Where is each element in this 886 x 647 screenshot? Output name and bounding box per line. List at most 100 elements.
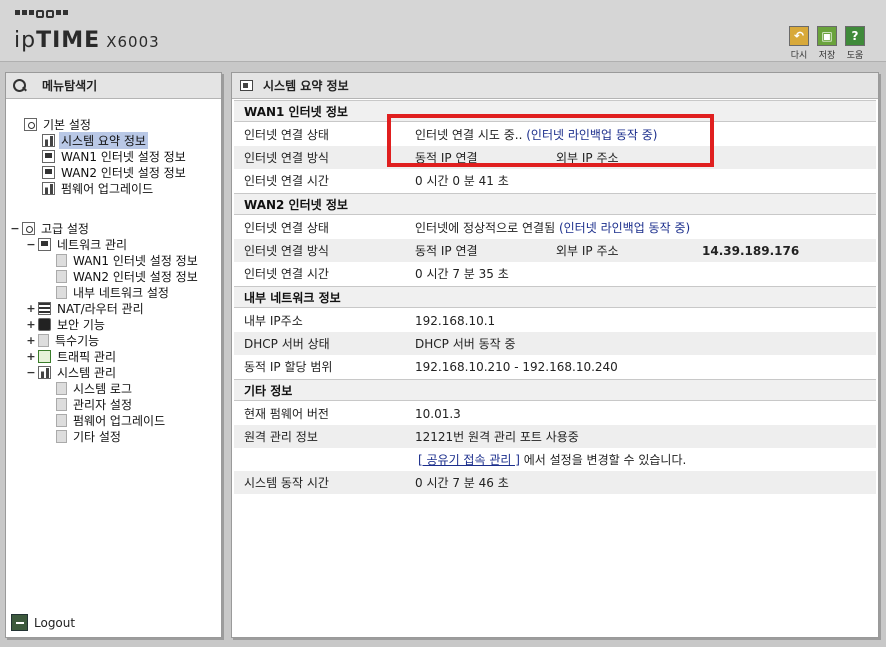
tree-nat-router[interactable]: + NAT/라우터 관리 — [26, 300, 146, 316]
lock-icon — [38, 317, 51, 331]
chart-icon — [38, 365, 51, 379]
upgrade-icon — [42, 181, 55, 195]
model-name: X6003 — [106, 33, 160, 51]
undo-button[interactable]: ↶ 다시 — [788, 26, 810, 61]
page-icon — [56, 269, 67, 283]
row-label: 원격 관리 정보 — [244, 430, 318, 444]
page-icon — [56, 381, 67, 395]
chart-icon — [42, 133, 55, 147]
help-label: 도움 — [846, 51, 864, 61]
tree-basic-settings[interactable]: 기본 설정 — [24, 116, 93, 132]
tree-wan2-settings[interactable]: WAN2 인터넷 설정 정보 — [42, 164, 188, 180]
tree-adv-lan[interactable]: 내부 네트워크 설정 — [56, 284, 171, 300]
wan2-backup-status: (인터넷 라인백업 동작 중) — [558, 221, 691, 235]
tree-special[interactable]: + 특수기능 — [26, 332, 101, 348]
tree-other-settings[interactable]: 기타 설정 — [56, 428, 123, 444]
collapse-icon[interactable]: − — [26, 238, 36, 251]
row-label: 인터넷 연결 방식 — [244, 151, 329, 165]
uptime-row: 시스템 동작 시간 0 시간 7 분 46 초 — [234, 471, 876, 494]
tree-label: WAN1 인터넷 설정 정보 — [61, 149, 186, 164]
tree-label: WAN1 인터넷 설정 정보 — [73, 253, 198, 268]
wan1-time-value: 0 시간 0 분 41 초 — [415, 174, 509, 188]
help-button[interactable]: ? 도움 — [844, 26, 866, 61]
tree-system-summary[interactable]: 시스템 요약 정보 — [42, 131, 148, 149]
tree-traffic[interactable]: + 트래픽 관리 — [26, 348, 118, 364]
tree-system-log[interactable]: 시스템 로그 — [56, 380, 134, 396]
collapse-icon[interactable]: − — [26, 366, 36, 379]
tree-label: 펌웨어 업그레이드 — [61, 181, 154, 196]
network-icon — [38, 237, 51, 251]
row-label: 동적 IP 할당 범위 — [244, 360, 333, 374]
highlight-box — [387, 114, 714, 167]
page-icon — [56, 397, 67, 411]
tree-advanced-settings[interactable]: − 고급 설정 — [10, 220, 91, 236]
tree-network-management[interactable]: − 네트워크 관리 — [26, 236, 129, 252]
tree-security[interactable]: + 보안 기능 — [26, 316, 107, 332]
tree-label: 시스템 요약 정보 — [59, 131, 148, 149]
expand-icon[interactable]: + — [26, 334, 36, 347]
logout-label: Logout — [34, 615, 76, 630]
row-label: 인터넷 연결 시간 — [244, 174, 329, 188]
firmware-version-row: 현재 펌웨어 버전 10.01.3 — [234, 402, 876, 425]
brand-logo: ip TIME X6003 — [14, 28, 160, 53]
page-icon — [56, 253, 67, 267]
page-icon — [56, 285, 67, 299]
wan2-time-row: 인터넷 연결 시간 0 시간 7 분 35 초 — [234, 262, 876, 285]
brand-dots-icon — [15, 10, 68, 18]
settings-folder-icon — [24, 117, 37, 131]
remote-mgmt-note: [ 공유기 접속 관리 ] 에서 설정을 변경할 수 있습니다. — [418, 453, 687, 467]
menu-explorer: 메뉴탐색기 기본 설정 시스템 요약 정보 WAN1 인터넷 설정 정보 WAN… — [5, 72, 222, 638]
logout-icon — [11, 614, 28, 631]
magnifier-icon — [12, 78, 28, 93]
tree-wan1-settings[interactable]: WAN1 인터넷 설정 정보 — [42, 148, 188, 164]
remote-mgmt-value: 12121번 원격 관리 포트 사용중 — [415, 430, 579, 444]
dhcp-status-value: DHCP 서버 동작 중 — [415, 337, 516, 351]
expand-icon[interactable]: + — [26, 302, 36, 315]
header-bar: ip TIME X6003 ↶ 다시 ▣ 저장 ? 도움 — [0, 0, 886, 62]
tree-label: 트래픽 관리 — [57, 349, 117, 364]
tree-system-management[interactable]: − 시스템 관리 — [26, 364, 118, 380]
logout-button[interactable]: Logout — [11, 614, 75, 631]
window-icon — [240, 80, 253, 91]
settings-folder-icon — [22, 221, 35, 235]
uptime-value: 0 시간 7 분 46 초 — [415, 476, 509, 490]
wan2-status-value: 인터넷에 정상적으로 연결됨 (인터넷 라인백업 동작 중) — [415, 221, 691, 235]
tree-label: WAN2 인터넷 설정 정보 — [73, 269, 198, 284]
router-icon — [38, 301, 51, 315]
expand-icon[interactable]: + — [26, 318, 36, 331]
brand-ip: ip — [14, 28, 37, 53]
lan-section-title: 내부 네트워크 정보 — [234, 286, 876, 308]
tree-label: WAN2 인터넷 설정 정보 — [61, 165, 186, 180]
wan2-status-row: 인터넷 연결 상태 인터넷에 정상적으로 연결됨 (인터넷 라인백업 동작 중) — [234, 216, 876, 239]
page-icon — [56, 413, 67, 427]
wan2-method-row: 인터넷 연결 방식 동적 IP 연결 외부 IP 주소 14.39.189.17… — [234, 239, 876, 262]
toolbar: ↶ 다시 ▣ 저장 ? 도움 — [788, 26, 866, 61]
router-access-link[interactable]: [ 공유기 접속 관리 ] — [418, 453, 520, 467]
tree-adv-wan1[interactable]: WAN1 인터넷 설정 정보 — [56, 252, 200, 268]
tree-label: 기본 설정 — [43, 117, 91, 132]
dhcp-status-row: DHCP 서버 상태 DHCP 서버 동작 중 — [234, 332, 876, 355]
lan-ip-value: 192.168.10.1 — [415, 313, 496, 328]
tree-adv-wan2[interactable]: WAN2 인터넷 설정 정보 — [56, 268, 200, 284]
row-label: 시스템 동작 시간 — [244, 476, 329, 490]
save-button[interactable]: ▣ 저장 — [816, 26, 838, 61]
save-icon: ▣ — [817, 26, 837, 46]
tree-label: 시스템 로그 — [73, 381, 133, 396]
tree-firmware-upgrade[interactable]: 펌웨어 업그레이드 — [42, 180, 155, 196]
menu-explorer-header: 메뉴탐색기 — [6, 73, 221, 99]
wan2-section-title: WAN2 인터넷 정보 — [234, 193, 876, 215]
wan2-ext-ip-value: 14.39.189.176 — [702, 243, 800, 258]
wan2-method-value: 동적 IP 연결 — [415, 244, 478, 258]
undo-label: 다시 — [790, 51, 808, 61]
wan1-time-row: 인터넷 연결 시간 0 시간 0 분 41 초 — [234, 169, 876, 192]
tree-adv-firmware[interactable]: 펌웨어 업그레이드 — [56, 412, 167, 428]
brand-time: TIME — [36, 28, 101, 53]
expand-icon[interactable]: + — [26, 350, 36, 363]
tree-label: 보안 기능 — [57, 317, 105, 332]
remote-mgmt-row: 원격 관리 정보 12121번 원격 관리 포트 사용중 — [234, 425, 876, 448]
dhcp-range-value: 192.168.10.210 - 192.168.10.240 — [415, 359, 618, 374]
dhcp-range-row: 동적 IP 할당 범위 192.168.10.210 - 192.168.10.… — [234, 355, 876, 378]
tree-admin-settings[interactable]: 관리자 설정 — [56, 396, 134, 412]
collapse-icon[interactable]: − — [10, 222, 20, 235]
tree-label: 기타 설정 — [73, 429, 121, 444]
